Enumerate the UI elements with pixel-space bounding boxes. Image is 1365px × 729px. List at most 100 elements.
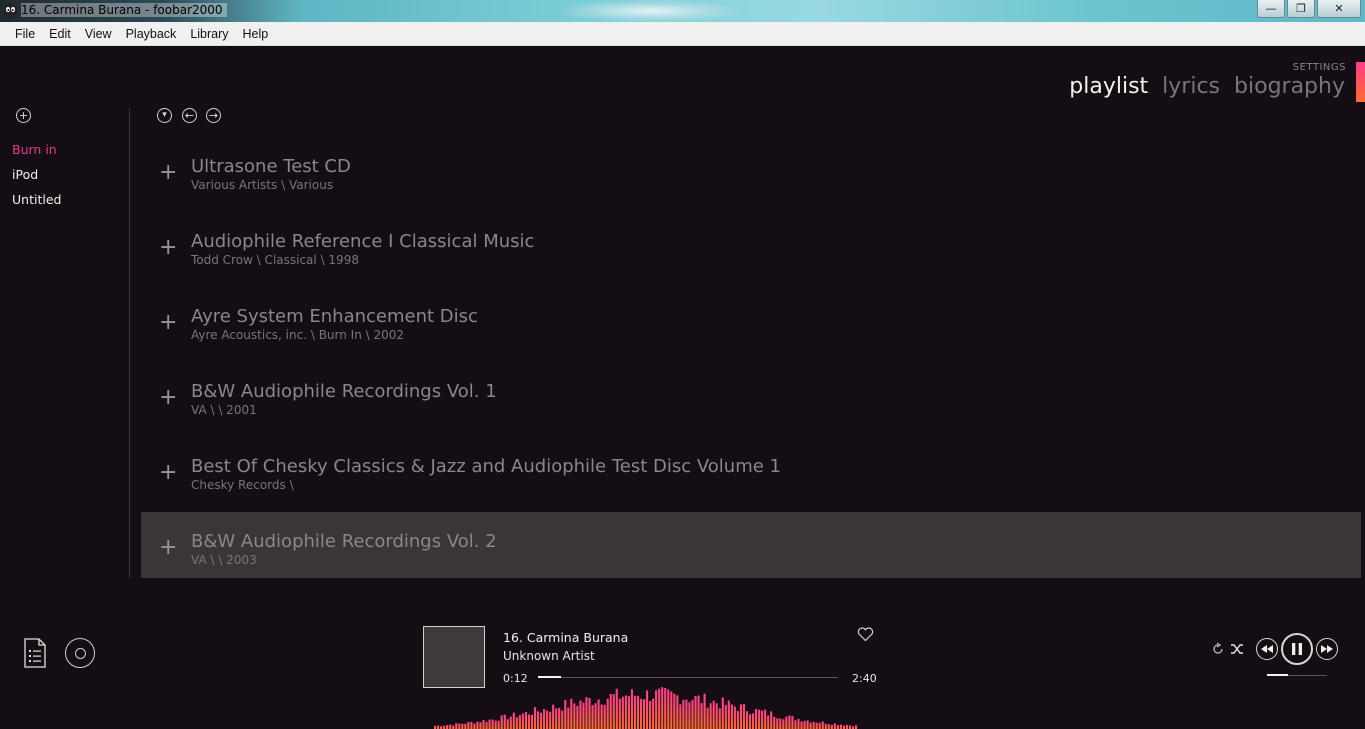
waveform-bar bbox=[627, 696, 630, 729]
repeat-icon[interactable] bbox=[1211, 642, 1225, 656]
waveform-bar bbox=[830, 724, 833, 729]
disc-icon[interactable] bbox=[65, 638, 95, 668]
playlist-list: Burn in iPod Untitled bbox=[12, 142, 61, 217]
waveform-bar bbox=[518, 715, 521, 729]
album-row-selected[interactable]: + B&W Audiophile Recordings Vol. 2 VA \ … bbox=[141, 512, 1361, 578]
waveform-bar bbox=[506, 719, 509, 729]
waveform-bar bbox=[633, 695, 637, 729]
waveform-bar bbox=[458, 723, 461, 729]
menu-help[interactable]: Help bbox=[236, 27, 276, 41]
settings-link[interactable]: SETTINGS bbox=[1293, 62, 1346, 73]
waveform-bar bbox=[839, 724, 842, 729]
menu-view[interactable]: View bbox=[78, 27, 119, 41]
previous-button[interactable] bbox=[1256, 638, 1278, 660]
tab-biography[interactable]: biography bbox=[1234, 74, 1345, 99]
album-row[interactable]: + Ultrasone Test CD Various Artists \ Va… bbox=[141, 128, 1361, 203]
waveform-bar bbox=[661, 687, 664, 729]
waveform-bar bbox=[833, 723, 836, 729]
waveform-bar bbox=[745, 711, 749, 729]
tab-playlist[interactable]: playlist bbox=[1069, 74, 1148, 99]
waveform-bar bbox=[824, 723, 827, 729]
waveform-bar bbox=[464, 723, 467, 729]
waveform-bar bbox=[752, 713, 755, 729]
waveform-bar bbox=[700, 703, 703, 729]
maximize-button[interactable]: ❐ bbox=[1287, 0, 1315, 18]
waveform-bar bbox=[482, 720, 485, 729]
waveform-bar bbox=[491, 719, 494, 729]
shuffle-icon[interactable] bbox=[1230, 642, 1244, 656]
waveform-bar bbox=[558, 707, 561, 729]
waveform-bar bbox=[803, 720, 806, 729]
waveform-bar bbox=[733, 706, 736, 729]
expand-icon[interactable]: + bbox=[159, 237, 177, 259]
volume-slider[interactable] bbox=[1267, 674, 1327, 676]
waveform-bar bbox=[470, 721, 473, 729]
waveform-bar bbox=[582, 702, 585, 729]
window-controls: — ❐ ✕ bbox=[1257, 0, 1361, 18]
waveform-bar bbox=[570, 698, 573, 729]
album-row[interactable]: + B&W Audiophile Recordings Vol. 1 VA \ … bbox=[141, 353, 1361, 428]
album-row[interactable]: + Best Of Chesky Classics & Jazz and Aud… bbox=[141, 428, 1361, 503]
seek-bar[interactable] bbox=[538, 676, 838, 678]
waveform-bar bbox=[827, 724, 830, 729]
expand-icon[interactable]: + bbox=[159, 387, 177, 409]
back-button[interactable]: ← bbox=[182, 108, 197, 123]
heart-icon[interactable] bbox=[857, 627, 874, 642]
menu-file[interactable]: File bbox=[8, 27, 42, 41]
foobar-app-icon[interactable] bbox=[3, 3, 18, 18]
playlist-icon[interactable] bbox=[24, 638, 46, 668]
total-time: 2:40 bbox=[852, 672, 877, 685]
waveform-bar bbox=[788, 715, 791, 729]
pause-button[interactable] bbox=[1281, 633, 1313, 665]
waveform-bar bbox=[588, 697, 591, 729]
waveform-bar bbox=[530, 714, 534, 729]
album-row[interactable]: + Ayre System Enhancement Disc Ayre Acou… bbox=[141, 278, 1361, 353]
dropdown-button[interactable]: ▾ bbox=[157, 108, 172, 123]
now-playing-artist: Unknown Artist bbox=[503, 649, 595, 663]
minimize-button[interactable]: — bbox=[1257, 0, 1285, 18]
disc-icon-center bbox=[74, 647, 86, 659]
close-button[interactable]: ✕ bbox=[1317, 0, 1361, 18]
album-row[interactable]: + Audiophile Reference I Classical Music… bbox=[141, 203, 1361, 278]
waveform-bar bbox=[536, 711, 540, 729]
waveform-bar bbox=[658, 688, 661, 729]
waveform-bar bbox=[603, 704, 606, 729]
waveform-bar bbox=[494, 720, 497, 729]
waveform-bar bbox=[742, 704, 746, 729]
playlist-item-untitled[interactable]: Untitled bbox=[12, 192, 61, 217]
album-title: Audiophile Reference I Classical Music bbox=[191, 231, 535, 252]
waveform-visualizer bbox=[434, 687, 858, 729]
album-meta: Ayre Acoustics, inc. \ Burn In \ 2002 bbox=[191, 328, 405, 342]
waveform-bar bbox=[646, 690, 649, 729]
tab-lyrics[interactable]: lyrics bbox=[1162, 74, 1220, 99]
menu-library[interactable]: Library bbox=[183, 27, 235, 41]
menu-bar: File Edit View Playback Library Help bbox=[0, 22, 1365, 46]
expand-icon[interactable]: + bbox=[159, 537, 177, 559]
waveform-bar bbox=[848, 725, 852, 729]
expand-icon[interactable]: + bbox=[159, 162, 177, 184]
waveform-bar bbox=[546, 710, 549, 729]
forward-button[interactable]: → bbox=[206, 108, 221, 123]
add-playlist-button[interactable]: + bbox=[16, 108, 31, 123]
waveform-bar bbox=[800, 721, 803, 729]
waveform-bar bbox=[724, 704, 727, 729]
playlist-item-burn-in[interactable]: Burn in bbox=[12, 142, 61, 167]
waveform-bar bbox=[812, 721, 815, 729]
waveform-bar bbox=[676, 695, 679, 729]
menu-edit[interactable]: Edit bbox=[42, 27, 78, 41]
waveform-bar bbox=[576, 705, 579, 729]
waveform-bar bbox=[797, 718, 800, 729]
waveform-bar bbox=[597, 699, 600, 729]
waveform-bar bbox=[712, 700, 715, 729]
waveform-bar bbox=[782, 719, 785, 729]
expand-icon[interactable]: + bbox=[159, 312, 177, 334]
waveform-bar bbox=[652, 698, 655, 729]
playlist-item-ipod[interactable]: iPod bbox=[12, 167, 61, 192]
menu-playback[interactable]: Playback bbox=[119, 27, 184, 41]
waveform-bar bbox=[854, 725, 858, 729]
expand-icon[interactable]: + bbox=[159, 462, 177, 484]
volume-fill bbox=[1267, 674, 1288, 676]
waveform-bar bbox=[706, 707, 709, 729]
next-button[interactable] bbox=[1316, 638, 1338, 660]
waveform-bar bbox=[688, 702, 691, 729]
